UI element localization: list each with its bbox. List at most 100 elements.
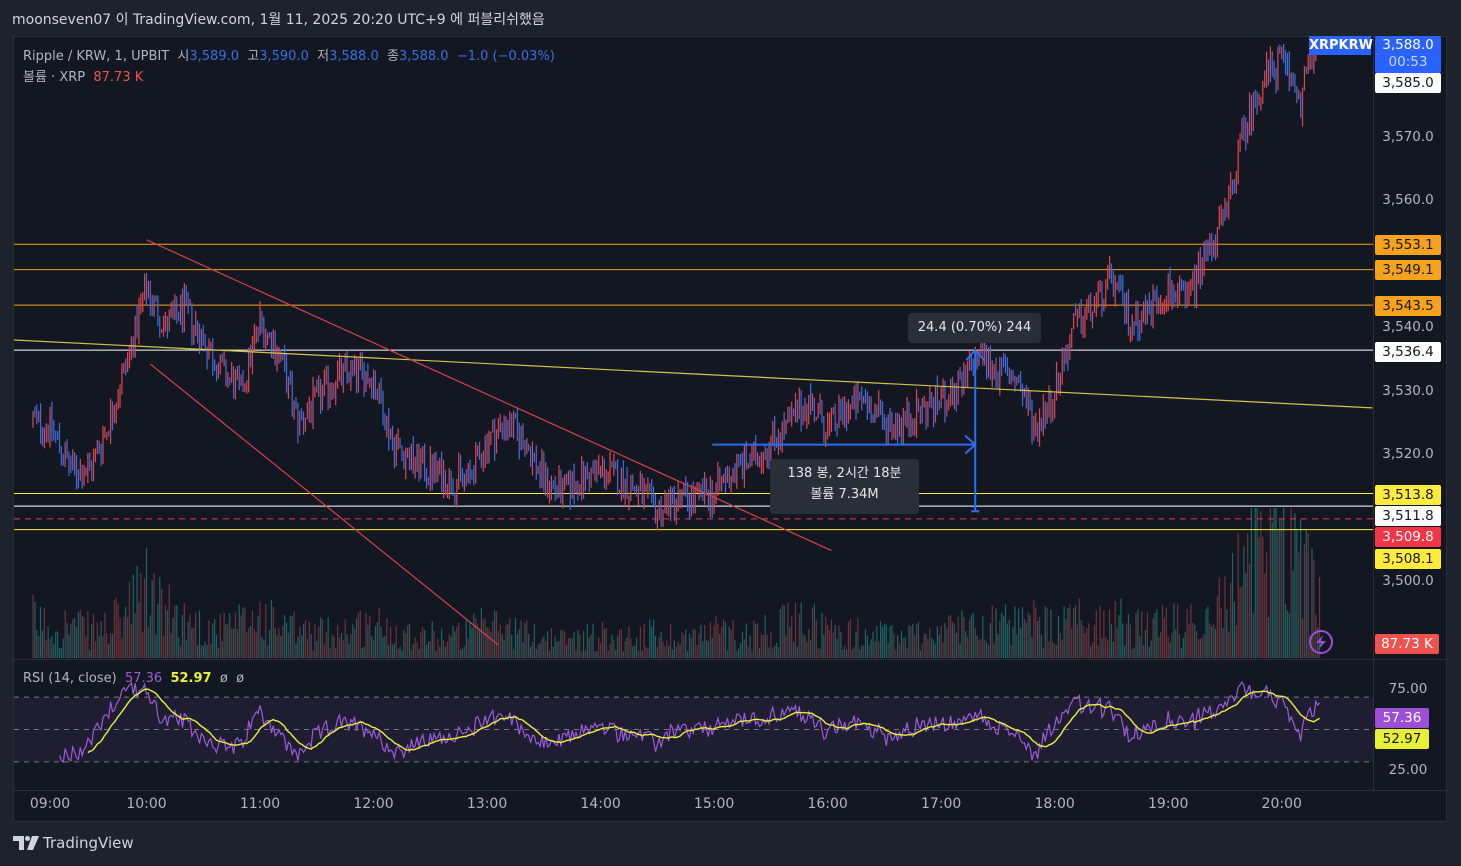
bar-countdown: 00:53 — [1388, 54, 1428, 70]
volume-bar — [855, 631, 857, 658]
volume-bar — [1146, 612, 1148, 658]
volume-bar — [874, 641, 876, 658]
volume-bar — [89, 649, 91, 658]
volume-bar — [624, 641, 626, 658]
tradingview-brand[interactable]: TradingView — [13, 834, 134, 852]
chart-canvas[interactable] — [0, 0, 1461, 866]
volume-bar — [441, 628, 443, 658]
volume-bar — [208, 620, 210, 658]
volume-bar — [1258, 537, 1260, 658]
volume-bar — [1231, 553, 1234, 658]
volume-bar — [306, 639, 308, 658]
rsi-name[interactable]: RSI (14, close) — [23, 671, 117, 686]
volume-bar — [953, 624, 956, 658]
volume-bar — [779, 609, 781, 658]
volume-bar — [1190, 603, 1192, 658]
volume-bar — [734, 639, 736, 658]
volume-bar — [1063, 606, 1065, 658]
volume-bar — [654, 635, 657, 658]
volume-bar — [463, 646, 465, 658]
volume-bar — [51, 636, 53, 658]
volume-bar — [249, 626, 252, 658]
volume-bar — [138, 602, 140, 658]
volume-bar — [178, 637, 180, 658]
volume-bar — [717, 623, 719, 658]
volume-bar — [936, 626, 938, 658]
volume-bar — [968, 619, 971, 658]
volume-bar — [1254, 508, 1256, 658]
volume-bar — [58, 647, 61, 658]
volume-bar — [1277, 529, 1279, 658]
volume-bar — [1211, 626, 1213, 658]
volume-bar — [251, 610, 254, 658]
volume-bar — [289, 615, 291, 658]
volume-bar — [234, 612, 237, 658]
volume-bar — [741, 631, 744, 658]
volume-bar — [1099, 606, 1101, 658]
volume-bar — [613, 639, 615, 658]
volume-bar — [1294, 512, 1296, 658]
last-price-tag: 3,588.0 00:53 — [1375, 36, 1441, 73]
volume-bar — [140, 573, 142, 658]
volume-bar — [162, 636, 165, 658]
volume-bar — [543, 635, 545, 658]
volume-bar — [1071, 628, 1073, 658]
volume-bar — [1118, 615, 1120, 658]
volume-bar — [870, 639, 872, 658]
volume-bar — [34, 601, 36, 658]
volume-bar — [548, 650, 551, 658]
volume-bar — [687, 651, 689, 658]
volume-bar — [647, 648, 649, 658]
volume-bar — [227, 623, 229, 658]
volume-bar — [1269, 508, 1271, 658]
measure-price-label: 24.4 (0.70%) 244 — [908, 313, 1041, 343]
volume-bar — [1186, 608, 1188, 658]
volume-bar — [420, 632, 422, 658]
volume-bar — [469, 622, 471, 658]
volume-label[interactable]: 볼륨 · XRP — [23, 70, 85, 85]
volume-bar — [1188, 623, 1190, 658]
volume-bar — [919, 650, 921, 658]
volume-bar — [56, 631, 59, 658]
volume-bar — [1091, 642, 1094, 658]
volume-bar — [1105, 637, 1107, 658]
volume-bar — [844, 645, 846, 658]
volume-bar — [246, 632, 248, 658]
volume-bar — [861, 645, 863, 658]
volume-bar — [1192, 622, 1194, 658]
volume-bar — [55, 631, 57, 658]
volume-bar — [666, 640, 668, 658]
price-tag-3509: 3,509.8 — [1375, 527, 1441, 547]
volume-bar — [359, 610, 361, 658]
volume-bar — [333, 636, 335, 658]
volume-bar — [1281, 519, 1283, 658]
volume-bar — [1173, 603, 1175, 658]
volume-bar — [314, 624, 316, 658]
volume-bar — [724, 622, 727, 658]
volume-bar — [1275, 508, 1277, 658]
volume-bar — [106, 632, 108, 658]
volume-bar — [662, 641, 664, 658]
volume-bar — [798, 613, 800, 658]
volume-bar — [989, 623, 991, 658]
volume-bar — [1141, 611, 1143, 658]
volume-bar — [327, 617, 329, 658]
volume-bar — [813, 603, 815, 658]
measure-range-label: 138 봉, 2시간 18분 볼륨 7.34M — [770, 459, 919, 514]
volume-bar — [310, 633, 312, 658]
horizontal-lines — [14, 243, 1373, 531]
volume-bar — [836, 638, 838, 658]
volume-bar — [1008, 619, 1010, 658]
volume-bar — [533, 624, 535, 658]
volume-bar — [352, 624, 354, 658]
volume-bar — [811, 607, 814, 658]
volume-bar — [584, 650, 587, 658]
volume-bar — [87, 611, 89, 658]
low-value: 3,588.0 — [329, 49, 379, 64]
volume-bar — [1086, 627, 1088, 658]
symbol-name[interactable]: Ripple / KRW, 1, UPBIT — [23, 49, 169, 64]
volume-bar — [329, 647, 331, 658]
volume-bar — [849, 619, 851, 658]
volume-bar — [187, 622, 189, 658]
volume-bar — [1133, 647, 1135, 658]
